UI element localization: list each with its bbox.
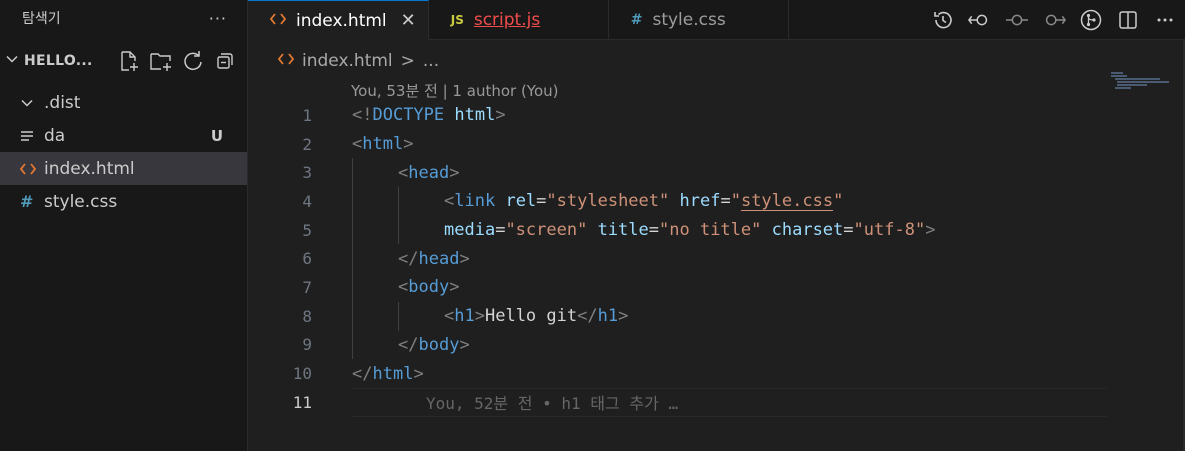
code-line: 6 </head> [248, 244, 1107, 274]
code-text: <link rel="stylesheet" href="style.css" [444, 191, 844, 212]
split-editor-icon[interactable] [1116, 8, 1140, 32]
breadcrumb: index.html > ... [277, 48, 439, 74]
html-icon [269, 12, 287, 30]
tab-index-html[interactable]: index.html ✕ [248, 0, 429, 40]
more-actions-icon[interactable] [1153, 8, 1177, 32]
code-line: 5 media="screen" title="no title" charse… [248, 215, 1107, 245]
code-line: 4 <link rel="stylesheet" href="style.css… [248, 187, 1107, 216]
code-text: <body> [398, 277, 460, 298]
code-line: 7 <body> [248, 273, 1107, 302]
indent-guide [398, 187, 399, 216]
workspace-title: HELLO... [24, 53, 93, 69]
codelens-blame[interactable]: You, 53분 전 | 1 author (You) [351, 80, 559, 101]
refresh-icon[interactable] [181, 49, 205, 73]
close-icon[interactable]: ✕ [401, 10, 416, 31]
explorer-header: 탐색기 ··· [0, 0, 247, 36]
code-text: </head> [398, 248, 470, 269]
indent-guide [352, 158, 353, 188]
line-number: 8 [302, 306, 312, 326]
explorer-title: 탐색기 [22, 11, 61, 27]
code-line: 10 </html> [248, 359, 1107, 388]
code-line: 3 <head> [248, 158, 1107, 188]
tree-item-label: style.css [44, 191, 118, 212]
indent-guide [352, 330, 353, 360]
commit-icon[interactable] [1005, 8, 1029, 32]
tab-bar: index.html ✕ JS script.js # style.css [248, 0, 1185, 40]
indent-guide [398, 301, 399, 331]
inline-blame-text: You, 52분 전 • h1 태그 추가 … [426, 394, 679, 414]
js-icon: JS [450, 13, 464, 27]
code-text: <html> [352, 134, 414, 155]
explorer-sidebar: 탐색기 ··· HELLO... .dist da U index.html #… [0, 0, 248, 451]
css-hash-icon: # [20, 192, 34, 211]
tree-item-label: index.html [44, 158, 135, 179]
line-number: 1 [302, 105, 312, 125]
code-line: 2 <html> [248, 130, 1107, 159]
css-hash-icon: # [630, 12, 643, 28]
git-lens-icon[interactable] [1079, 8, 1103, 32]
breadcrumb-separator: > [400, 51, 415, 71]
previous-change-icon[interactable] [968, 8, 992, 32]
line-number: 10 [292, 364, 312, 384]
workspace-section[interactable]: HELLO... [0, 36, 247, 86]
line-number: 4 [302, 191, 312, 211]
indent-guide [352, 301, 353, 331]
tree-item-style-css[interactable]: # style.css [0, 185, 247, 218]
new-folder-icon[interactable] [149, 49, 173, 73]
html-icon [277, 52, 295, 70]
next-change-icon[interactable] [1042, 8, 1066, 32]
indent-guide [352, 187, 353, 216]
line-number: 2 [302, 134, 312, 154]
code-text: </html> [352, 363, 424, 384]
line-number: 11 [292, 392, 312, 412]
line-number: 6 [302, 249, 312, 269]
code-line: 1 <!DOCTYPE html> [248, 101, 1107, 130]
line-number: 5 [302, 220, 312, 240]
more-actions-icon[interactable]: ··· [209, 9, 227, 28]
tree-item-da[interactable]: da U [0, 119, 247, 152]
chevron-down-icon[interactable] [2, 52, 22, 70]
html-icon [20, 162, 44, 176]
new-file-icon[interactable] [117, 49, 141, 73]
tree-item-label: .dist [44, 92, 81, 113]
indent-guide [398, 215, 399, 245]
breadcrumb-file[interactable]: index.html [302, 51, 393, 71]
code-editor[interactable]: 1 <!DOCTYPE html> 2 <html> 3 <head> 4 <l… [248, 101, 1107, 417]
code-line-current: 11 You, 52분 전 • h1 태그 추가 … [248, 387, 1107, 417]
editor-actions [931, 0, 1177, 40]
code-text: <h1>Hello git</h1> [444, 306, 629, 327]
code-line: 9 </body> [248, 330, 1107, 360]
code-line: 8 <h1>Hello git</h1> [248, 301, 1107, 331]
indent-guide [352, 244, 353, 274]
tab-label: index.html [296, 10, 387, 31]
code-text: <!DOCTYPE html> [352, 105, 506, 126]
tab-label: style.css [652, 10, 726, 30]
untracked-badge: U [210, 126, 223, 145]
tab-script-js[interactable]: JS script.js [429, 0, 609, 40]
collapse-all-icon[interactable] [213, 49, 237, 73]
timeline-history-icon[interactable] [931, 8, 955, 32]
indent-guide [352, 215, 353, 245]
code-text: <head> [398, 162, 460, 183]
lines-icon [20, 129, 44, 143]
tab-style-css[interactable]: # style.css [609, 0, 789, 40]
tab-label: script.js [473, 10, 541, 30]
code-text: </body> [398, 334, 470, 355]
minimap[interactable] [1111, 72, 1171, 102]
breadcrumb-symbols[interactable]: ... [423, 51, 439, 71]
tree-item-index-html[interactable]: index.html [0, 152, 247, 185]
tree-item-dist[interactable]: .dist [0, 86, 247, 119]
line-number: 3 [302, 163, 312, 183]
line-number: 7 [302, 277, 312, 297]
line-number: 9 [302, 335, 312, 355]
chevron-down-icon [20, 96, 44, 110]
indent-guide [352, 273, 353, 302]
code-text: media="screen" title="no title" charset=… [444, 220, 936, 241]
